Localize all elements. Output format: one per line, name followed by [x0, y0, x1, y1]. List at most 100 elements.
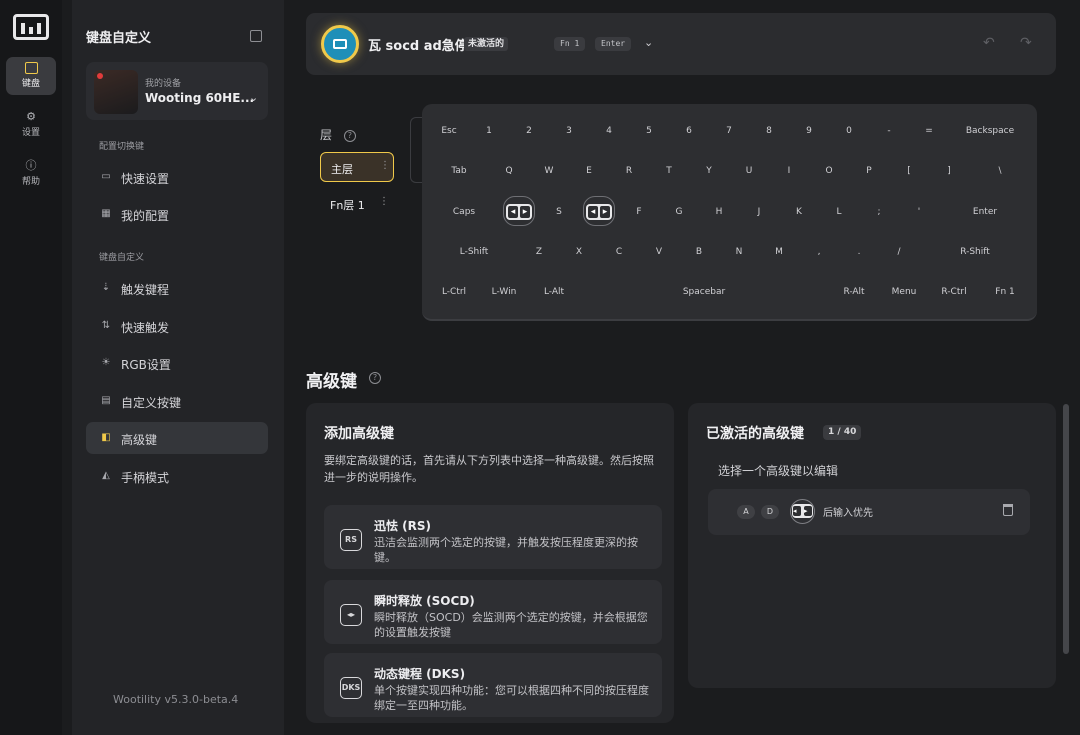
key[interactable]: I [773, 155, 805, 187]
key[interactable]: N [723, 236, 755, 268]
key[interactable]: T [653, 155, 685, 187]
key[interactable]: R-Alt [833, 276, 875, 308]
key[interactable]: ; [863, 196, 895, 228]
key[interactable]: 2 [513, 115, 545, 147]
nav-label: 我的配置 [121, 209, 170, 223]
device-selector[interactable]: 我的设备 Wooting 60HE... ⌄ [86, 62, 268, 120]
key[interactable]: M [763, 236, 795, 268]
chevron-down-icon[interactable]: ⌄ [644, 36, 653, 49]
key[interactable]: V [643, 236, 675, 268]
key[interactable]: ] [933, 155, 965, 187]
key[interactable]: = [913, 115, 945, 147]
more-icon[interactable]: ⋮ [379, 196, 389, 207]
trash-icon[interactable] [1003, 504, 1013, 516]
more-icon[interactable]: ⋮ [380, 160, 390, 171]
nav-quick-setup[interactable]: ▭ 快速设置 [86, 161, 268, 193]
key[interactable]: F [623, 196, 655, 228]
nav-rgb[interactable]: ☀ RGB设置 [86, 347, 268, 379]
key[interactable]: - [873, 115, 905, 147]
key[interactable]: Enter [943, 196, 1027, 228]
key[interactable]: Z [523, 236, 555, 268]
socd-icon: ◂▸ [506, 203, 532, 220]
key[interactable]: 5 [633, 115, 665, 147]
key[interactable]: O [813, 155, 845, 187]
wooting-logo [13, 14, 49, 40]
key[interactable]: Caps [433, 196, 495, 228]
help-icon[interactable]: ? [369, 372, 381, 384]
rail-help[interactable]: ⓘ 帮助 [6, 155, 56, 193]
layer-fn1[interactable]: Fn层 1 ⋮ [320, 189, 394, 219]
key[interactable]: Y [693, 155, 725, 187]
socd-icon: ◂▸ [790, 499, 815, 524]
advanced-key-card-dks[interactable]: DKS 动态键程 (DKS) 单个按键实现四种功能：您可以根据四种不同的按压程度… [324, 653, 662, 717]
nav-actuation[interactable]: ⇣ 触发键程 [86, 272, 268, 304]
key[interactable]: R [613, 155, 645, 187]
key[interactable]: 0 [833, 115, 865, 147]
key[interactable]: 3 [553, 115, 585, 147]
rail-keyboard[interactable]: 键盘 [6, 57, 56, 95]
nav-gamepad[interactable]: ◭ 手柄模式 [86, 460, 268, 492]
help-icon[interactable]: ? [343, 129, 356, 142]
card-description: 迅洁会监测两个选定的按键，并触发按压程度更深的按键。 [374, 536, 638, 564]
key[interactable]: 4 [593, 115, 625, 147]
key[interactable]: 1 [473, 115, 505, 147]
spacebar-key[interactable]: Spacebar [583, 276, 825, 308]
key[interactable]: J [743, 196, 775, 228]
key[interactable]: R-Ctrl [933, 276, 975, 308]
advanced-key-card-rs[interactable]: RS 迅怯 (RS) 迅洁会监测两个选定的按键，并触发按压程度更深的按键。 [324, 505, 662, 569]
collapse-sidebar-icon[interactable] [250, 30, 262, 42]
layer-main[interactable]: 主层 ⋮ [320, 152, 394, 182]
key[interactable]: Fn 1 [983, 276, 1027, 308]
key[interactable]: 8 [753, 115, 785, 147]
card-title: 动态键程 (DKS) [374, 667, 466, 681]
key[interactable]: / [883, 236, 915, 268]
undo-icon[interactable]: ↶ [983, 35, 995, 51]
nav-remap[interactable]: ▤ 自定义按键 [86, 385, 268, 417]
nav-rapid-trigger[interactable]: ⇅ 快速触发 [86, 310, 268, 342]
key[interactable]: Menu [883, 276, 925, 308]
key[interactable]: P [853, 155, 885, 187]
key[interactable]: U [733, 155, 765, 187]
key[interactable]: L-Alt [533, 276, 575, 308]
device-caption: 我的设备 [145, 79, 182, 89]
key[interactable]: L-Shift [433, 236, 515, 268]
key[interactable]: L [823, 196, 855, 228]
key[interactable]: [ [893, 155, 925, 187]
key[interactable]: \ [973, 155, 1027, 187]
nav-advanced-keys[interactable]: ◧ 高级键 [86, 422, 268, 454]
key[interactable]: E [573, 155, 605, 187]
key-a-socd[interactable]: ◂ ▸ [503, 196, 535, 226]
redo-icon[interactable]: ↷ [1020, 35, 1032, 51]
key[interactable]: X [563, 236, 595, 268]
key[interactable]: B [683, 236, 715, 268]
key[interactable]: Esc [433, 115, 465, 147]
key[interactable]: . [843, 236, 875, 268]
socd-mode-icon[interactable] [321, 25, 359, 63]
key[interactable]: ' [903, 196, 935, 228]
key[interactable]: Backspace [953, 115, 1027, 147]
key[interactable]: S [543, 196, 575, 228]
key[interactable]: G [663, 196, 695, 228]
remap-icon: ▤ [101, 395, 111, 406]
key[interactable]: 9 [793, 115, 825, 147]
key[interactable]: C [603, 236, 635, 268]
key[interactable]: 7 [713, 115, 745, 147]
key[interactable]: 6 [673, 115, 705, 147]
key[interactable]: R-Shift [923, 236, 1027, 268]
key[interactable]: K [783, 196, 815, 228]
key[interactable]: Tab [433, 155, 485, 187]
key[interactable]: , [803, 236, 835, 268]
rail-settings[interactable]: ⚙ 设置 [6, 106, 56, 144]
nav-my-profiles[interactable]: ▦ 我的配置 [86, 198, 268, 230]
key[interactable]: Q [493, 155, 525, 187]
key[interactable]: H [703, 196, 735, 228]
key-pill-enter: Enter [595, 37, 632, 51]
panel-description: 要绑定高级键的话，首先请从下方列表中选择一种高级键。然后按照进一步的说明操作。 [324, 454, 654, 484]
active-advanced-key-row[interactable]: A D ◂ ▸ 后输入优先 [708, 489, 1030, 535]
key-d-socd[interactable]: ◂ ▸ [583, 196, 615, 226]
scrollbar[interactable] [1063, 404, 1069, 654]
advanced-key-card-socd[interactable]: ◂▸ 瞬时释放 (SOCD) 瞬时释放（SOCD）会监测两个选定的按键，并会根据… [324, 580, 662, 644]
key[interactable]: L-Win [483, 276, 525, 308]
key[interactable]: W [533, 155, 565, 187]
key[interactable]: L-Ctrl [433, 276, 475, 308]
